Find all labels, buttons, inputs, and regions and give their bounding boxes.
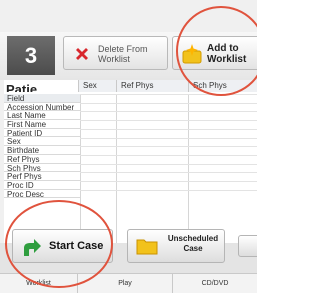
grid-row-line (80, 137, 257, 139)
field-list-header: Field (4, 94, 80, 103)
field-list: Field Accession Number Last Name First N… (4, 94, 80, 199)
grid-row-line (80, 146, 257, 148)
tab-cd-dvd[interactable]: CD/DVD (173, 274, 257, 293)
more-actions-button[interactable] (238, 235, 257, 257)
delete-label-line2: Worklist (98, 54, 130, 64)
grid-column-divider (188, 94, 189, 243)
field-row[interactable]: Patient ID (4, 129, 80, 138)
delete-x-icon (76, 48, 88, 60)
grid-row-line (80, 128, 257, 130)
unscheduled-label-line2: Case (183, 244, 203, 253)
field-row[interactable]: Proc ID (4, 181, 80, 190)
grid-row-line (80, 154, 257, 156)
delete-from-worklist-button[interactable]: Delete From Worklist (63, 36, 168, 70)
grid-row-line (80, 189, 257, 191)
column-header-sex[interactable]: Sex (78, 80, 116, 92)
folder-icon (136, 239, 158, 255)
highlight-circle-add-to-worklist (176, 6, 257, 96)
unscheduled-label-line1: Unscheduled (167, 234, 219, 243)
grid-row-line (80, 163, 257, 165)
grid-row-line (80, 102, 257, 104)
grid-body (80, 94, 257, 243)
field-row[interactable]: Sch Phys (4, 164, 80, 173)
field-row[interactable]: Proc Desc (4, 190, 80, 199)
field-row[interactable]: Last Name (4, 111, 80, 121)
unscheduled-case-button[interactable]: Unscheduled Case (127, 229, 225, 263)
field-row[interactable]: Sex (4, 137, 80, 147)
grid-column-divider (116, 94, 117, 243)
app-window: 3 Delete From Worklist Add to Worklist P… (0, 0, 257, 293)
step-number-badge: 3 (7, 36, 55, 75)
highlight-circle-start-case (5, 200, 113, 288)
grid-row-line (80, 172, 257, 174)
grid-title: Patie (6, 82, 38, 92)
delete-from-worklist-label: Delete From Worklist (98, 44, 148, 64)
grid-row-line (80, 120, 257, 122)
unscheduled-case-label: Unscheduled Case (164, 234, 222, 254)
field-row[interactable]: First Name (4, 120, 80, 129)
delete-label-line1: Delete From (98, 44, 148, 54)
grid-row-line (80, 181, 257, 182)
field-row[interactable]: Accession Number (4, 103, 80, 112)
field-row[interactable]: Birthdate (4, 146, 80, 155)
field-row[interactable]: Ref Phys (4, 155, 80, 164)
grid-row-line (80, 111, 257, 113)
field-row[interactable]: Perf Phys (4, 172, 80, 181)
column-header-ref-phys[interactable]: Ref Phys (116, 80, 188, 92)
